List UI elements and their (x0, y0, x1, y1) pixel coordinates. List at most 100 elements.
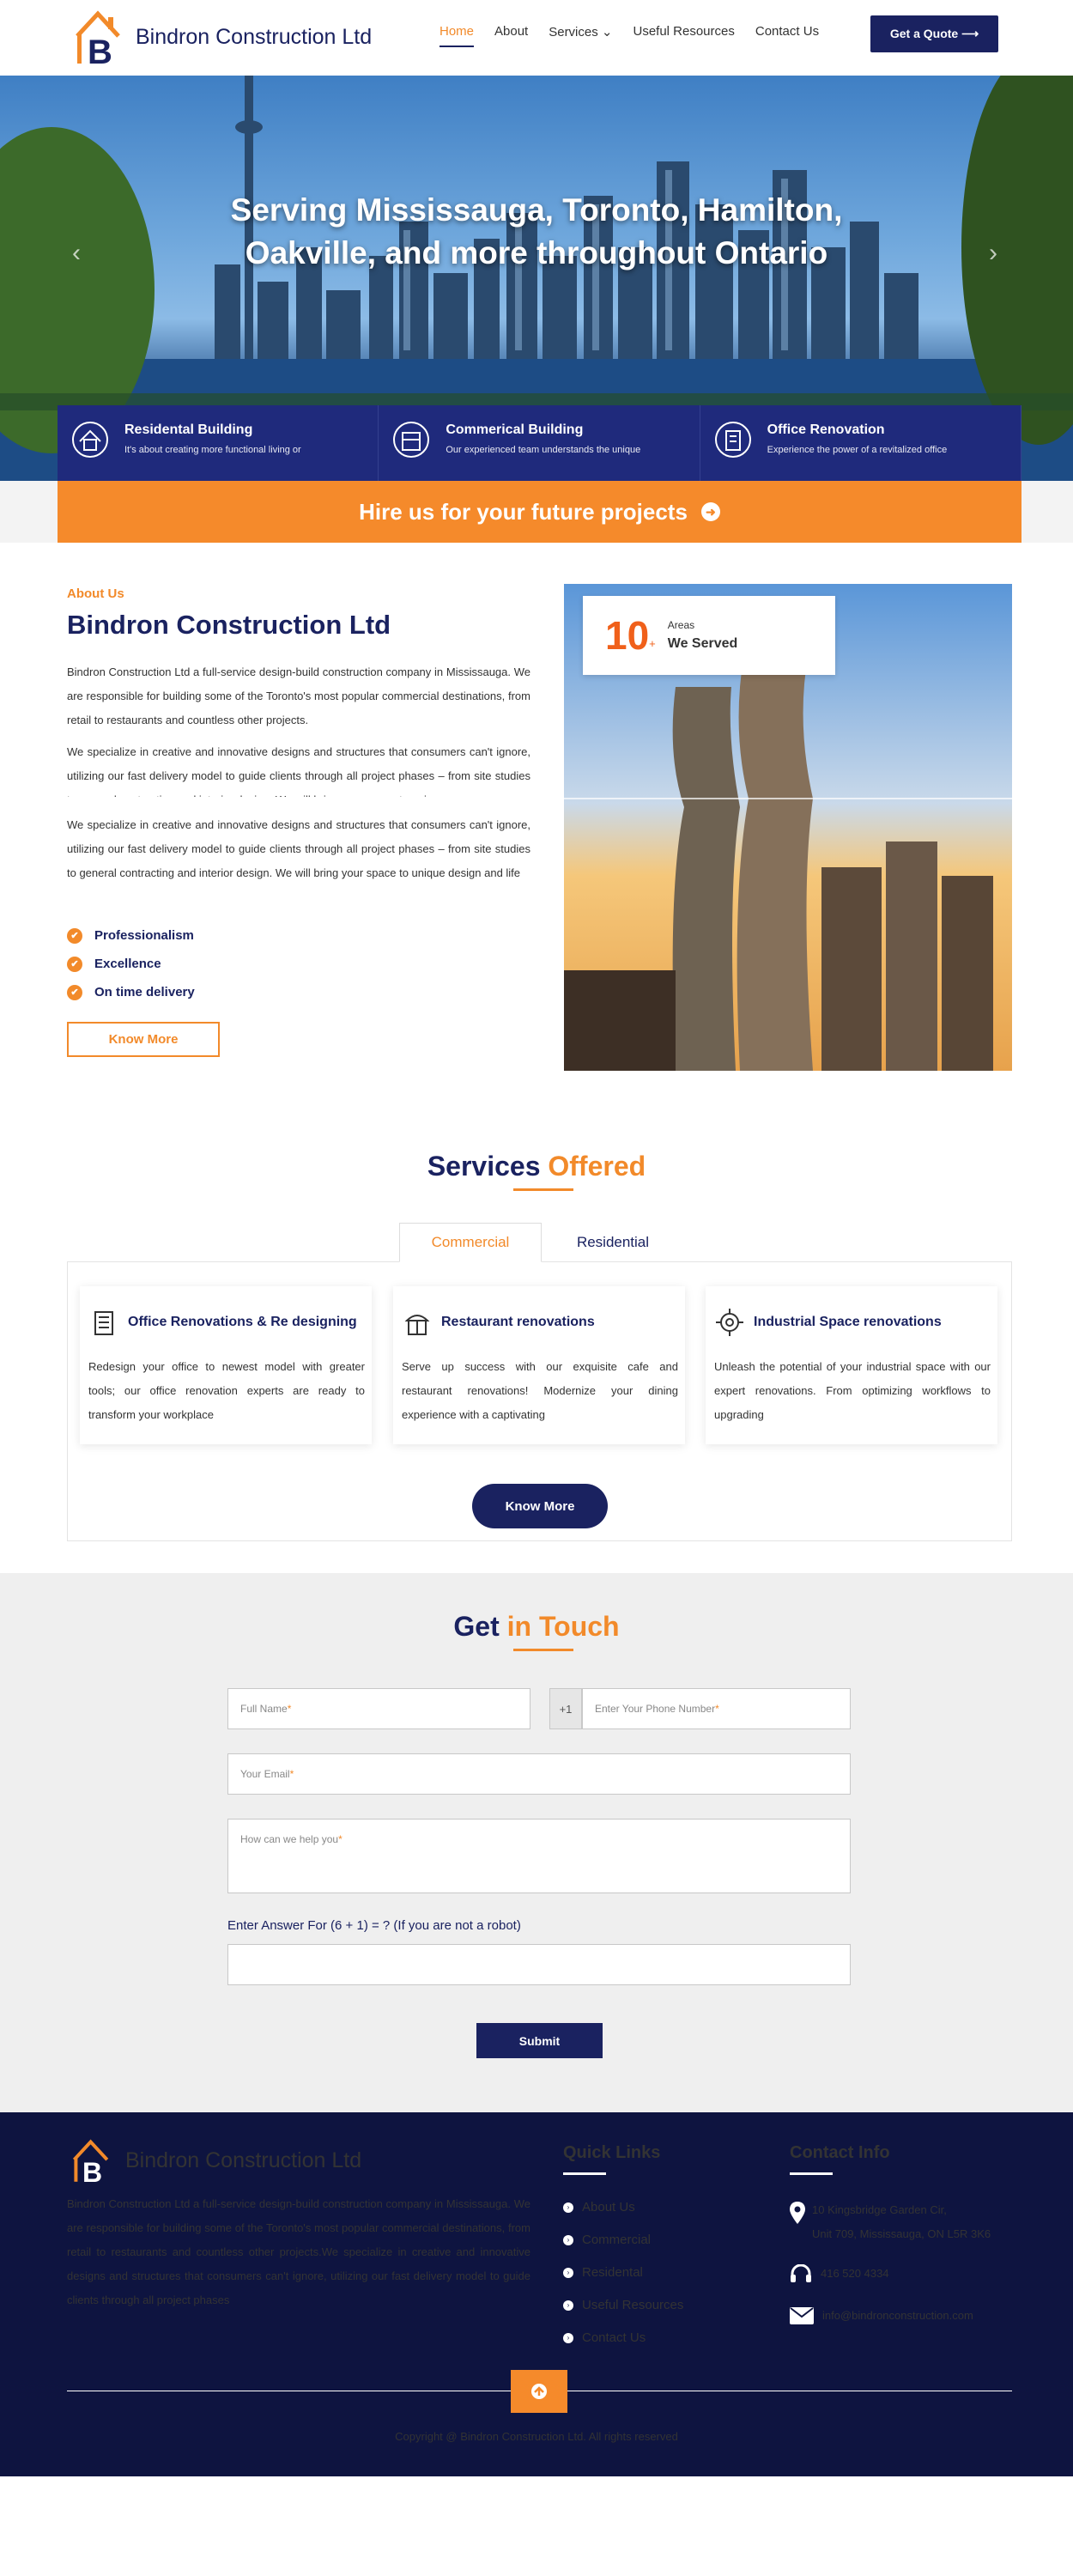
arrow-right-icon: ➜ (700, 502, 720, 521)
phone-placeholder: Enter Your Phone Number (595, 1703, 716, 1715)
feature-card-title: Commerical Building (446, 422, 584, 437)
address-line-2: Unit 709, Mississauga, ON L5R 3K6 (812, 2227, 991, 2240)
services-tabs: Commercial Residential (399, 1223, 684, 1262)
nav-useful-resources[interactable]: Useful Resources (633, 24, 734, 47)
full-name-placeholder: Full Name (240, 1703, 288, 1715)
footer-phone[interactable]: 416 520 4334 (790, 2262, 889, 2286)
feature-card-title: Office Renovation (767, 422, 885, 437)
tab-residential[interactable]: Residential (542, 1223, 684, 1262)
footer-logo[interactable]: B Bindron Construction Ltd (70, 2136, 361, 2184)
nav-home[interactable]: Home (440, 24, 475, 47)
footer-link-resources[interactable]: › Useful Resources (563, 2298, 683, 2312)
location-pin-icon (790, 2202, 805, 2224)
about-title: Bindron Construction Ltd (67, 610, 391, 640)
check-label: Excellence (94, 957, 161, 971)
envelope-icon (790, 2307, 814, 2324)
services-title-b: Offered (548, 1151, 646, 1182)
message-textarea[interactable]: How can we help you * (227, 1819, 851, 1893)
logo-icon: B (76, 10, 120, 67)
footer-email[interactable]: info@bindronconstruction.com (790, 2304, 973, 2328)
quick-links-title: Quick Links (563, 2143, 661, 2162)
get-quote-button[interactable]: Get a Quote ⟶ (870, 15, 998, 52)
submit-button[interactable]: Submit (476, 2023, 603, 2058)
footer-about-text: Bindron Construction Ltd a full-service … (67, 2197, 530, 2306)
about-paragraph-2: We specialize in creative and innovative… (67, 745, 530, 797)
required-mark: * (338, 1833, 343, 1845)
footer-link-label: Residental (582, 2265, 643, 2280)
prev-slide-icon[interactable]: ‹ (72, 239, 81, 268)
phone-input[interactable]: Enter Your Phone Number * (582, 1688, 851, 1729)
email-placeholder: Your Email (240, 1768, 290, 1780)
service-card-office[interactable]: Office Renovations & Re designing Redesi… (80, 1286, 372, 1444)
captcha-input[interactable] (227, 1944, 851, 1985)
about-checklist: ✔ Professionalism ✔ Excellence ✔ On time de… (67, 921, 195, 1006)
nav-about[interactable]: About (494, 24, 528, 47)
footer-link-commercial[interactable]: › Commercial (563, 2233, 651, 2247)
brand-logo[interactable]: B Bindron Construction Ltd (74, 7, 372, 67)
footer-link-contact[interactable]: › Contact Us (563, 2330, 646, 2345)
next-slide-icon[interactable]: › (989, 239, 997, 268)
copyright-text: Copyright @ Bindron Construction Ltd. Al… (395, 2430, 678, 2443)
hero-title-line-1: Serving Mississauga, Toronto, Hamilton, (230, 192, 843, 228)
scroll-to-top-button[interactable] (511, 2370, 567, 2413)
service-card-desc: Redesign your office to newest model wit… (88, 1360, 365, 1421)
quick-links-underline (563, 2172, 606, 2175)
footer-link-label: Contact Us (582, 2330, 646, 2345)
services-title-a: Services (427, 1151, 541, 1182)
footer-logo-icon: B (72, 2139, 109, 2184)
check-icon: ✔ (67, 927, 82, 944)
check-item: ✔ Professionalism (67, 921, 195, 950)
stat-label-served: We Served (667, 636, 738, 651)
contact-info-underline (790, 2172, 833, 2175)
email-address: info@bindronconstruction.com (822, 2309, 973, 2322)
feature-card-commercial[interactable]: Commerical Building Our experienced team … (379, 405, 700, 481)
hire-us-banner[interactable]: Hire us for your future projects ➜ (58, 481, 1021, 543)
check-item: ✔ On time delivery (67, 978, 195, 1006)
nav-contact[interactable]: Contact Us (755, 24, 819, 47)
contact-info-title: Contact Info (790, 2143, 890, 2162)
office-icon (714, 422, 751, 458)
arrow-up-icon (531, 2384, 547, 2399)
stat-plus: + (649, 636, 656, 650)
footer-link-about[interactable]: › About Us (563, 2200, 635, 2215)
service-card-industrial[interactable]: Industrial Space renovations Unleash the… (706, 1286, 997, 1444)
feature-card-desc: Our experienced team understands the uni… (446, 445, 641, 455)
check-icon: ✔ (67, 956, 82, 972)
service-card-desc: Serve up success with our exquisite cafe… (402, 1360, 678, 1421)
services-know-more-button[interactable]: Know More (472, 1484, 608, 1528)
chevron-right-icon: › (563, 2267, 573, 2278)
stat-label-areas: Areas (667, 619, 695, 631)
brand-name: Bindron Construction Ltd (136, 24, 373, 49)
footer-link-residental[interactable]: › Residental (563, 2265, 643, 2280)
message-placeholder: How can we help you (240, 1833, 339, 1845)
footer-address: 10 Kingsbridge Garden Cir, Unit 709, Miss… (790, 2198, 991, 2246)
service-card-title: Industrial Space renovations (754, 1315, 942, 1329)
feature-card-residental[interactable]: Residental Building It's about creating m… (58, 405, 379, 481)
check-label: On time delivery (94, 985, 195, 999)
svg-text:B: B (88, 33, 112, 67)
required-mark: * (287, 1703, 292, 1715)
chevron-right-icon: › (563, 2234, 573, 2245)
hire-us-label: Hire us for your future projects (359, 498, 688, 525)
office-building-icon (94, 1311, 113, 1335)
industrial-gear-icon (716, 1309, 743, 1336)
chevron-right-icon: › (563, 2300, 573, 2311)
main-nav: Home About Services ⌄ Useful Resources C… (440, 24, 840, 47)
full-name-input[interactable]: Full Name * (227, 1688, 530, 1729)
nav-services[interactable]: Services ⌄ (549, 24, 612, 47)
tab-commercial[interactable]: Commercial (399, 1223, 542, 1262)
required-mark: * (289, 1768, 294, 1780)
svg-text:B: B (82, 2157, 102, 2184)
house-icon (72, 422, 108, 458)
feature-card-office[interactable]: Office Renovation Experience the power of… (700, 405, 1021, 481)
areas-stat-box: 10 + Areas We Served (583, 596, 835, 675)
site-header: B Bindron Construction Ltd Home About Se… (0, 0, 1073, 76)
service-card-restaurant[interactable]: Restaurant renovations Serve up success … (393, 1286, 685, 1444)
feature-cards: Residental Building It's about creating m… (58, 405, 1021, 481)
about-know-more-button[interactable]: Know More (67, 1022, 220, 1057)
email-input[interactable]: Your Email * (227, 1753, 851, 1795)
footer-brand-name: Bindron Construction Ltd (125, 2148, 362, 2172)
about-paragraph-1: Bindron Construction Ltd a full-service … (67, 665, 530, 726)
required-mark: * (715, 1703, 719, 1715)
hero-title: Serving Mississauga, Toronto, Hamilton, … (172, 189, 901, 275)
